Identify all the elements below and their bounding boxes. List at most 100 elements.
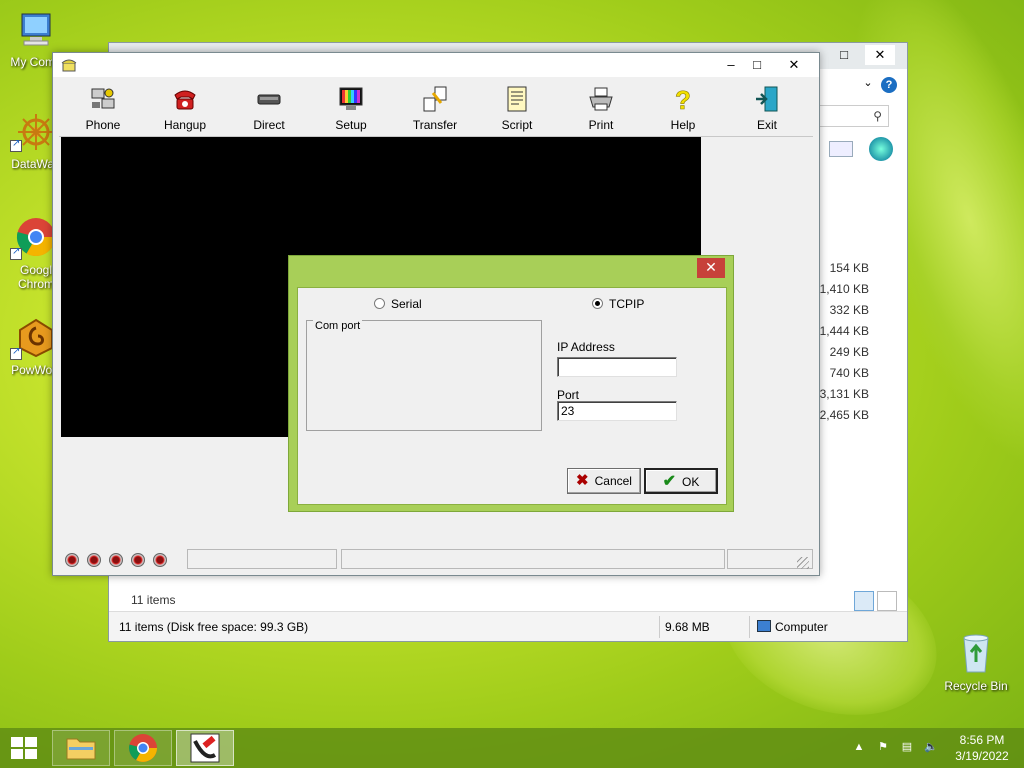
search-box[interactable]: ⚲ bbox=[817, 105, 889, 127]
toolbar-button-print[interactable]: Print bbox=[571, 85, 631, 132]
preview-pane-icon[interactable] bbox=[829, 141, 853, 157]
shortcut-arrow-icon bbox=[10, 246, 22, 260]
resize-grip[interactable] bbox=[797, 557, 809, 569]
setup-icon bbox=[339, 87, 363, 110]
com-port-groupbox: Com port bbox=[306, 320, 542, 431]
status-panel bbox=[341, 549, 725, 569]
port-field[interactable]: 23 bbox=[557, 401, 677, 421]
clock-date: 3/19/2022 bbox=[955, 749, 1009, 763]
hangup-icon bbox=[174, 90, 196, 110]
taskbar: ▲ ⚑ ▤ 🔈 8:56 PM 3/19/2022 bbox=[0, 728, 1024, 768]
desktop-icon-label: Recycle Bin bbox=[944, 679, 1008, 693]
toolbar-label: Script bbox=[501, 118, 533, 132]
status-panel bbox=[187, 549, 337, 569]
dialog-body: Serial TCPIP Com port IP Address Port 23… bbox=[297, 287, 727, 505]
shell-icon[interactable] bbox=[869, 137, 893, 161]
toolbar-button-script[interactable]: Script bbox=[487, 85, 547, 132]
direct-icon bbox=[257, 94, 281, 105]
taskbar-chrome[interactable] bbox=[114, 730, 172, 766]
computer-icon bbox=[757, 620, 771, 632]
toolbar-button-help[interactable]: ? Help bbox=[653, 85, 713, 132]
windows-logo-icon bbox=[11, 737, 37, 759]
chevron-down-icon[interactable]: ⌄ bbox=[853, 73, 883, 93]
svg-text:?: ? bbox=[675, 85, 691, 113]
toolbar-button-transfer[interactable]: Transfer bbox=[405, 85, 465, 132]
shortcut-arrow-icon bbox=[10, 138, 22, 152]
serial-radio[interactable]: Serial bbox=[374, 297, 422, 311]
recycle-bin-icon bbox=[963, 634, 989, 673]
toolbar: Phone Hangup Direct Setup Transfer Scrip… bbox=[59, 81, 813, 137]
help-circle-icon[interactable]: ? bbox=[881, 77, 897, 93]
phone-icon bbox=[91, 88, 115, 109]
close-button[interactable]: ✕ bbox=[777, 55, 811, 75]
items-count: 11 items bbox=[131, 593, 176, 607]
volume-muted-icon[interactable]: 🔈 bbox=[924, 740, 938, 754]
print-icon bbox=[589, 87, 613, 111]
toolbar-label: Phone bbox=[85, 118, 121, 132]
tcpip-radio[interactable]: TCPIP bbox=[592, 297, 644, 311]
computer-icon bbox=[21, 13, 51, 46]
help-icon: ? bbox=[675, 85, 691, 116]
maximize-button[interactable]: □ bbox=[743, 55, 771, 75]
datawagon-icon bbox=[18, 114, 54, 150]
clock-time: 8:56 PM bbox=[959, 733, 1005, 747]
ip-address-field[interactable] bbox=[557, 357, 677, 377]
status-disk-space: 11 items (Disk free space: 99.3 GB) bbox=[119, 620, 309, 634]
toolbar-label: Hangup bbox=[163, 118, 207, 132]
desktop-icon-recycle-bin[interactable]: Recycle Bin bbox=[938, 630, 1014, 693]
status-led-icon bbox=[87, 553, 101, 567]
status-divider bbox=[749, 616, 750, 638]
status-led-icon bbox=[109, 553, 123, 567]
toolbar-label: Help bbox=[670, 118, 696, 132]
status-led-icon bbox=[131, 553, 145, 567]
status-led-icon bbox=[153, 553, 167, 567]
explorer-close-button[interactable]: ✕ bbox=[865, 45, 895, 65]
toolbar-label: Print bbox=[588, 118, 614, 132]
details-view-icon[interactable] bbox=[854, 591, 874, 611]
dialog-close-button[interactable]: ✕ bbox=[697, 258, 725, 278]
status-divider bbox=[659, 616, 660, 638]
ok-button[interactable]: ✔ OK bbox=[644, 468, 718, 494]
com-port-label: Com port bbox=[313, 320, 363, 332]
terminal-statusbar bbox=[59, 549, 813, 571]
folder-icon bbox=[66, 738, 96, 760]
cancel-label: Cancel bbox=[594, 474, 632, 488]
exit-icon bbox=[756, 86, 778, 112]
large-icons-view-icon[interactable] bbox=[877, 591, 897, 611]
terminal-titlebar[interactable]: – □ ✕ bbox=[53, 53, 819, 77]
serial-label: Serial bbox=[391, 297, 422, 311]
checkmark-icon: ✔ bbox=[662, 473, 677, 490]
phone-app-icon bbox=[190, 733, 220, 763]
taskbar-terminal-app[interactable] bbox=[176, 730, 234, 766]
action-center-flag-icon[interactable]: ⚑ bbox=[876, 740, 890, 754]
status-led-icon bbox=[65, 553, 79, 567]
cancel-button[interactable]: ✖ Cancel bbox=[567, 468, 641, 494]
toolbar-label: Transfer bbox=[412, 118, 458, 132]
tcpip-label: TCPIP bbox=[609, 297, 645, 311]
search-icon: ⚲ bbox=[873, 109, 882, 123]
powwow-icon bbox=[19, 318, 53, 358]
show-hidden-icons-chevron-up-icon[interactable]: ▲ bbox=[852, 740, 866, 754]
toolbar-button-exit[interactable]: Exit bbox=[737, 85, 797, 132]
taskbar-file-explorer[interactable] bbox=[52, 730, 110, 766]
toolbar-button-hangup[interactable]: Hangup bbox=[155, 85, 215, 132]
ok-label: OK bbox=[682, 475, 700, 489]
minimize-button[interactable]: – bbox=[717, 55, 745, 75]
toolbar-button-direct[interactable]: Direct bbox=[239, 85, 299, 132]
dialog-titlebar[interactable]: ✕ bbox=[289, 256, 733, 284]
network-icon[interactable]: ▤ bbox=[900, 740, 914, 754]
status-size: 9.68 MB bbox=[665, 620, 710, 634]
start-button[interactable] bbox=[10, 736, 38, 760]
x-icon: ✖ bbox=[576, 472, 589, 489]
toolbar-label: Direct bbox=[253, 118, 285, 132]
explorer-maximize-button[interactable]: □ bbox=[829, 45, 859, 65]
toolbar-button-setup[interactable]: Setup bbox=[321, 85, 381, 132]
radio-unchecked-icon bbox=[374, 298, 385, 309]
clock[interactable]: 8:56 PM 3/19/2022 bbox=[944, 732, 1020, 764]
chrome-icon bbox=[128, 734, 157, 762]
app-icon bbox=[61, 59, 77, 72]
radio-checked-icon bbox=[592, 298, 603, 309]
toolbar-label: Setup bbox=[335, 118, 367, 132]
toolbar-button-phone[interactable]: Phone bbox=[73, 85, 133, 132]
port-label: Port bbox=[557, 388, 580, 402]
